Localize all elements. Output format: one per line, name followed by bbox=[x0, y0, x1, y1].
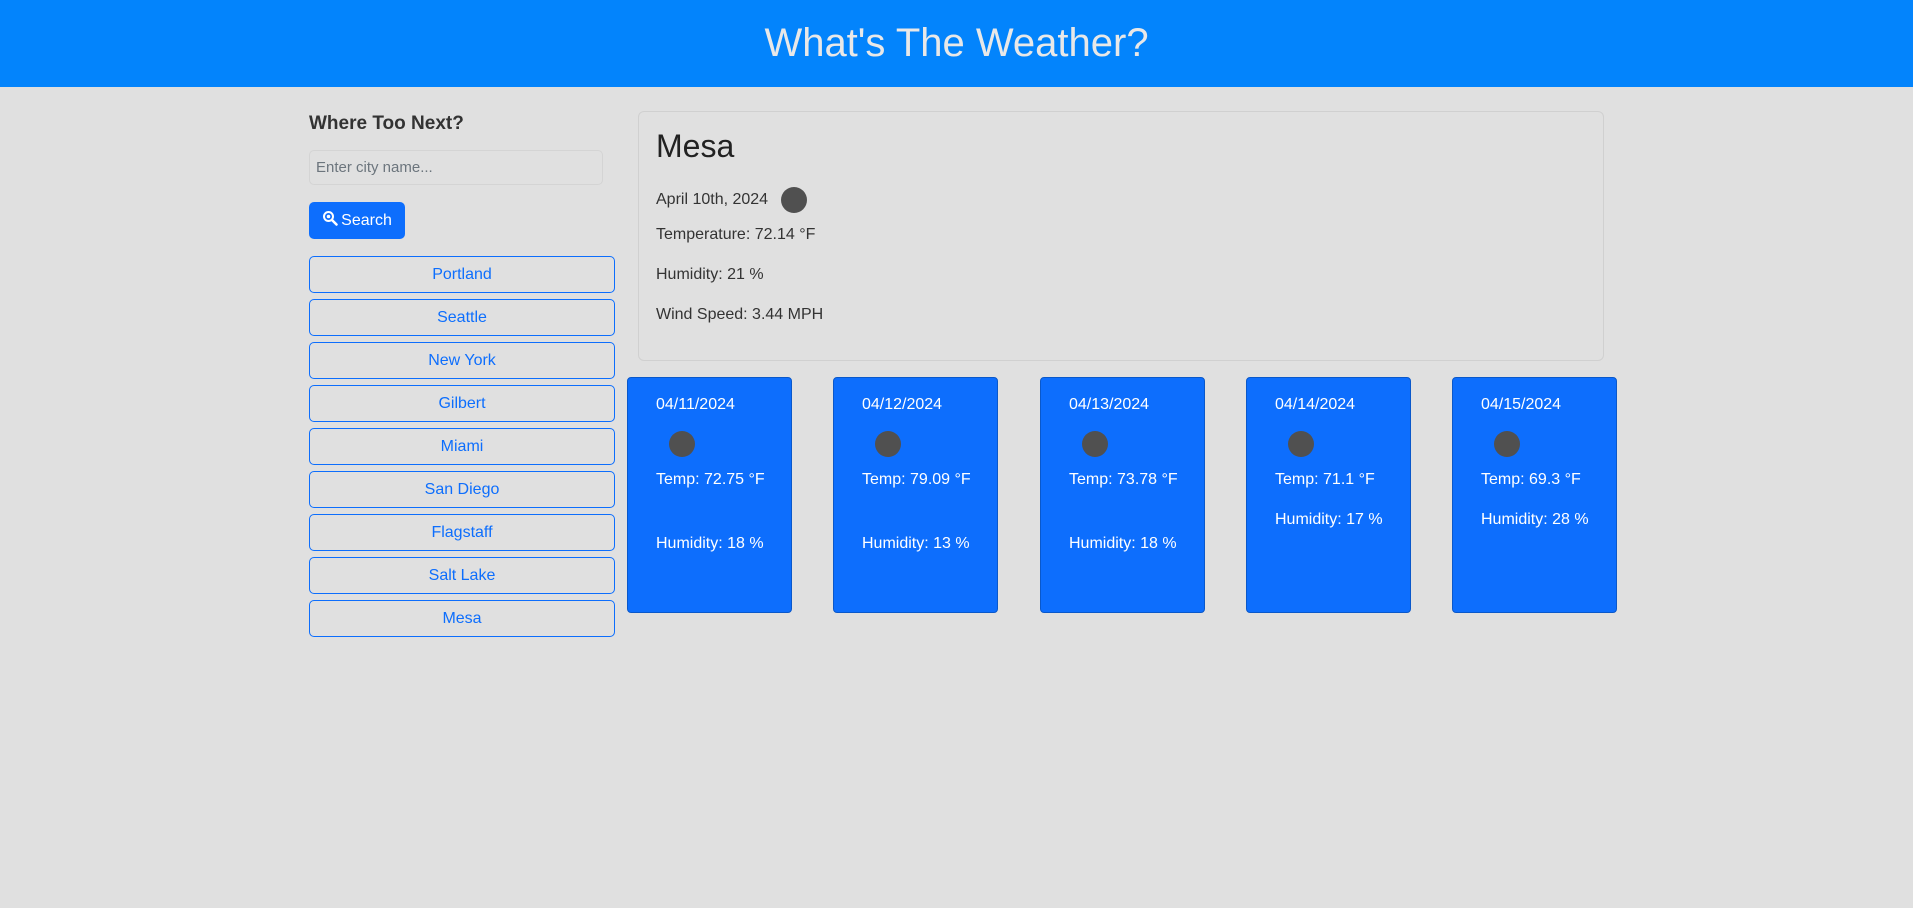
current-temperature: Temperature: 72.14 °F bbox=[656, 226, 816, 243]
search-button-label: Search bbox=[341, 211, 392, 229]
current-date: April 10th, 2024 bbox=[656, 191, 769, 208]
app-header: What's The Weather? bbox=[0, 0, 1913, 87]
forecast-temp: Temp: 73.78 °F bbox=[1069, 471, 1178, 488]
current-city-name: Mesa bbox=[656, 128, 735, 164]
forecast-card: 04/13/2024 Temp: 73.78 °F Humidity: 18 % bbox=[1040, 377, 1205, 613]
history-city-button[interactable]: Gilbert bbox=[309, 385, 615, 422]
weather-icon bbox=[875, 431, 901, 457]
forecast-date: 04/11/2024 bbox=[656, 396, 735, 413]
forecast-date: 04/12/2024 bbox=[862, 396, 943, 413]
magnifier-icon bbox=[322, 210, 338, 231]
forecast-temp: Temp: 71.1 °F bbox=[1275, 471, 1375, 488]
forecast-humidity: Humidity: 13 % bbox=[862, 535, 970, 552]
history-city-button[interactable]: New York bbox=[309, 342, 615, 379]
forecast-humidity: Humidity: 18 % bbox=[1069, 535, 1177, 552]
page-title: What's The Weather? bbox=[764, 21, 1149, 65]
current-date-row: April 10th, 2024 bbox=[656, 187, 808, 213]
history-city-button[interactable]: Seattle bbox=[309, 299, 615, 336]
forecast-card: 04/15/2024 Temp: 69.3 °F Humidity: 28 % bbox=[1452, 377, 1617, 613]
history-city-button[interactable]: Mesa bbox=[309, 600, 615, 637]
current-wind-speed: Wind Speed: 3.44 MPH bbox=[656, 306, 824, 323]
current-weather-panel: Mesa April 10th, 2024 Temperature: 72.14… bbox=[638, 111, 1604, 361]
current-humidity: Humidity: 21 % bbox=[656, 266, 764, 283]
weather-icon bbox=[1082, 431, 1108, 457]
history-city-button[interactable]: San Diego bbox=[309, 471, 615, 508]
forecast-date: 04/14/2024 bbox=[1275, 396, 1356, 413]
weather-icon bbox=[1494, 431, 1520, 457]
history-city-button[interactable]: Flagstaff bbox=[309, 514, 615, 551]
forecast-card: 04/14/2024 Temp: 71.1 °F Humidity: 17 % bbox=[1246, 377, 1411, 613]
history-city-button[interactable]: Miami bbox=[309, 428, 615, 465]
weather-icon bbox=[669, 431, 695, 457]
forecast-date: 04/13/2024 bbox=[1069, 396, 1150, 413]
weather-icon bbox=[1288, 431, 1314, 457]
forecast-humidity: Humidity: 17 % bbox=[1275, 511, 1383, 528]
forecast-card: 04/12/2024 Temp: 79.09 °F Humidity: 13 % bbox=[833, 377, 998, 613]
search-button[interactable]: Search bbox=[309, 202, 405, 239]
search-heading: Where Too Next? bbox=[309, 113, 464, 134]
weather-icon bbox=[781, 187, 808, 213]
sidebar: Where Too Next? Search Portland Seattle … bbox=[309, 111, 615, 637]
forecast-temp: Temp: 72.75 °F bbox=[656, 471, 765, 488]
history-city-button[interactable]: Portland bbox=[309, 256, 615, 293]
forecast-card: 04/11/2024 Temp: 72.75 °F Humidity: 18 % bbox=[627, 377, 792, 613]
forecast-date: 04/15/2024 bbox=[1481, 396, 1562, 413]
history-city-button[interactable]: Salt Lake bbox=[309, 557, 615, 594]
forecast-humidity: Humidity: 28 % bbox=[1481, 511, 1589, 528]
search-history-list: Portland Seattle New York Gilbert Miami … bbox=[309, 256, 615, 643]
forecast-temp: Temp: 69.3 °F bbox=[1481, 471, 1581, 488]
forecast-humidity: Humidity: 18 % bbox=[656, 535, 764, 552]
forecast-temp: Temp: 79.09 °F bbox=[862, 471, 971, 488]
city-search-input[interactable] bbox=[309, 150, 603, 185]
